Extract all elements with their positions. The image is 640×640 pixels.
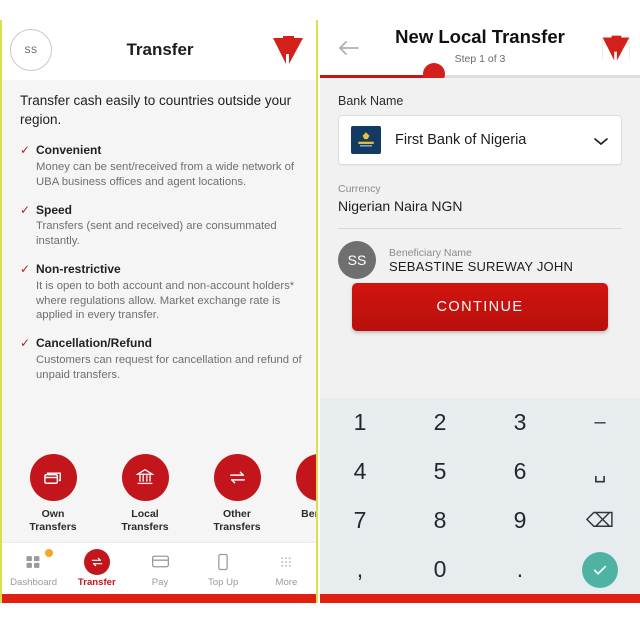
right-content: Bank Name First Bank of Nigeria Currency… bbox=[320, 78, 640, 408]
quick-action-own-transfers[interactable]: Own Transfers bbox=[20, 453, 86, 534]
left-phone-panel: SS Transfer Transfer cash easily to coun… bbox=[0, 20, 318, 603]
numeric-keypad: 1 2 3 – 4 5 6 ␣ 7 8 9 ⌫ , 0 . bbox=[320, 398, 640, 594]
feature-item: ✓ Speed Transfers (sent and received) ar… bbox=[20, 203, 304, 249]
feature-title: Convenient bbox=[36, 143, 102, 158]
quick-action-label: Own Transfers bbox=[29, 507, 77, 533]
key-comma[interactable]: , bbox=[320, 545, 400, 594]
quick-action-label: Local Transfers bbox=[121, 507, 169, 533]
backspace-icon[interactable]: ⌫ bbox=[560, 496, 640, 545]
nav-label: Pay bbox=[151, 576, 169, 588]
left-header: SS Transfer bbox=[2, 20, 318, 80]
currency-label: Currency bbox=[338, 183, 381, 195]
bank-selected-value: First Bank of Nigeria bbox=[395, 132, 527, 148]
beneficiary-row[interactable]: SS Beneficiary Name SEBASTINE SUREWAY JO… bbox=[338, 241, 622, 279]
check-icon bbox=[582, 551, 618, 588]
key-confirm[interactable] bbox=[560, 545, 640, 594]
feature-item: ✓ Non-restrictive It is open to both acc… bbox=[20, 262, 304, 323]
feature-description: Money can be sent/received from a wide n… bbox=[36, 160, 295, 188]
nav-item-top-up[interactable]: Top Up bbox=[192, 550, 255, 588]
feature-title: Non-restrictive bbox=[36, 262, 121, 277]
beneficiary-label: Beneficiary Name bbox=[389, 246, 472, 259]
phone-icon bbox=[192, 550, 255, 574]
key-3[interactable]: 3 bbox=[480, 398, 560, 447]
uba-logo bbox=[270, 34, 306, 68]
key-dash[interactable]: – bbox=[560, 398, 640, 447]
card-icon bbox=[128, 550, 191, 574]
notification-badge bbox=[45, 548, 54, 557]
key-9[interactable]: 9 bbox=[480, 496, 560, 545]
grid-icon bbox=[2, 548, 65, 574]
feature-description: It is open to both account and non-accou… bbox=[36, 279, 295, 322]
bottom-red-bar bbox=[2, 594, 318, 603]
quick-action-other-transfers[interactable]: Other Transfers bbox=[204, 453, 270, 534]
feature-description: Customers can request for cancellation a… bbox=[36, 353, 302, 381]
key-4[interactable]: 4 bbox=[320, 447, 400, 496]
nav-label: More bbox=[275, 576, 298, 588]
cards-icon bbox=[29, 453, 77, 501]
first-bank-logo bbox=[351, 126, 381, 154]
key-8[interactable]: 8 bbox=[400, 496, 480, 545]
check-icon: ✓ bbox=[20, 143, 31, 158]
feature-item: ✓ Cancellation/Refund Customers can requ… bbox=[20, 336, 304, 382]
quick-action-label: Other Transfers bbox=[213, 507, 261, 533]
nav-item-transfer[interactable]: Transfer bbox=[65, 548, 128, 588]
right-phone-panel: New Local Transfer Step 1 of 3 Bank Name bbox=[320, 20, 640, 603]
check-icon: ✓ bbox=[20, 262, 31, 277]
feature-title: Cancellation/Refund bbox=[36, 336, 153, 351]
nav-label: Dashboard bbox=[10, 576, 58, 588]
nav-item-pay[interactable]: Pay bbox=[128, 550, 191, 588]
chevron-down-icon bbox=[593, 134, 609, 146]
nav-item-more[interactable]: More bbox=[255, 550, 318, 588]
key-5[interactable]: 5 bbox=[400, 447, 480, 496]
bank-icon bbox=[121, 453, 169, 501]
uba-logo bbox=[600, 33, 632, 65]
beneficiary-icon bbox=[296, 453, 318, 501]
screenshot-root: SS Transfer Transfer cash easily to coun… bbox=[0, 0, 640, 640]
avatar-initials: SS bbox=[347, 252, 367, 268]
bottom-red-bar bbox=[320, 594, 640, 603]
panel-divider bbox=[316, 20, 318, 603]
key-2[interactable]: 2 bbox=[400, 398, 480, 447]
currency-value: Nigerian Naira NGN bbox=[338, 198, 463, 214]
bank-select[interactable]: First Bank of Nigeria bbox=[338, 115, 622, 165]
quick-action-local-transfers[interactable]: Local Transfers bbox=[112, 453, 178, 534]
key-6[interactable]: 6 bbox=[480, 447, 560, 496]
continue-button[interactable]: CONTINUE bbox=[352, 283, 608, 331]
dots-grid-icon bbox=[255, 550, 318, 574]
nav-label: Top Up bbox=[208, 576, 239, 588]
avatar: SS bbox=[338, 241, 376, 279]
check-icon: ✓ bbox=[20, 202, 31, 217]
quick-actions-row: Own Transfers Local Transfers Other Tran… bbox=[20, 453, 318, 534]
section-divider bbox=[338, 228, 622, 229]
key-period[interactable]: . bbox=[480, 545, 560, 594]
check-icon: ✓ bbox=[20, 336, 31, 351]
nav-label: Transfer bbox=[77, 576, 116, 588]
feature-item: ✓ Convenient Money can be sent/received … bbox=[20, 143, 304, 189]
key-space[interactable]: ␣ bbox=[560, 447, 640, 496]
feature-title: Speed bbox=[36, 202, 73, 217]
quick-action-label: Bene bbox=[301, 507, 318, 520]
intro-paragraph: Transfer cash easily to countries outsid… bbox=[20, 93, 292, 127]
exchange-arrows-icon bbox=[213, 453, 261, 501]
quick-action-beneficiary[interactable]: Bene bbox=[296, 453, 318, 534]
key-7[interactable]: 7 bbox=[320, 496, 400, 545]
transfer-icon bbox=[65, 548, 128, 575]
right-header: New Local Transfer Step 1 of 3 bbox=[320, 20, 640, 90]
bottom-navigation: Dashboard Transfer Pay Top Up More bbox=[2, 542, 318, 594]
beneficiary-name-value: SEBASTINE SUREWAY JOHN bbox=[389, 258, 574, 274]
step-indicator-label: Step 1 of 3 bbox=[454, 53, 506, 65]
nav-item-dashboard[interactable]: Dashboard bbox=[2, 548, 65, 588]
key-0[interactable]: 0 bbox=[400, 545, 480, 594]
key-1[interactable]: 1 bbox=[320, 398, 400, 447]
page-title: New Local Transfer bbox=[395, 26, 565, 47]
bank-name-label: Bank Name bbox=[338, 94, 404, 108]
left-content: Transfer cash easily to countries outsid… bbox=[2, 80, 318, 542]
feature-description: Transfers (sent and received) are consum… bbox=[36, 220, 277, 248]
